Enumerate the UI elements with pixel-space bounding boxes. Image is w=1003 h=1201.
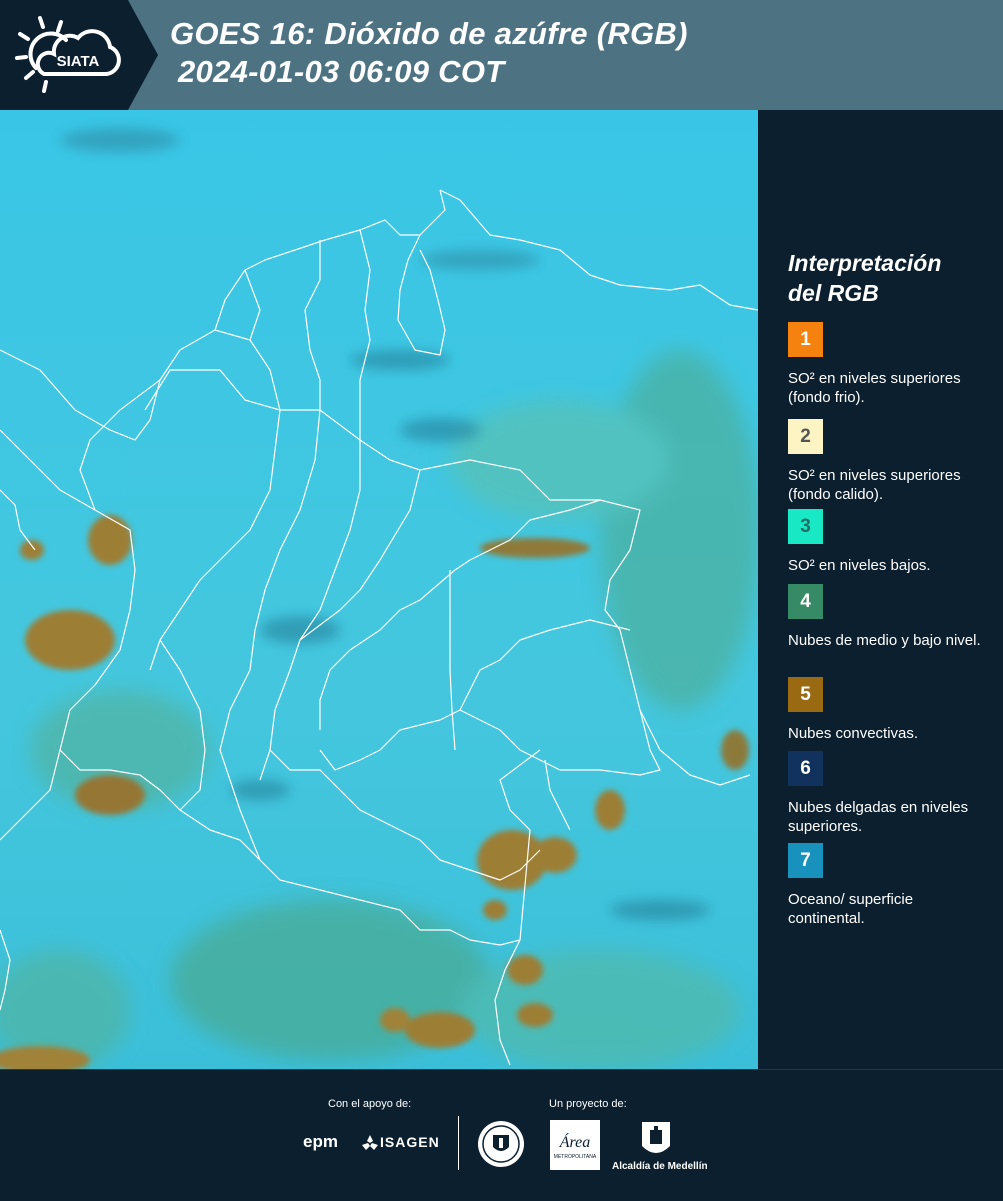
sun-cloud-icon: SIATA	[15, 16, 121, 93]
legend-panel: Interpretación del RGB 1 SO² en niveles …	[758, 110, 1003, 1069]
legend-item-2: 2 SO² en niveles superiores (fondo calid…	[788, 419, 988, 504]
legend-title: Interpretación del RGB	[788, 248, 988, 308]
alcaldia-logo-text: Alcaldía de Medellín	[612, 1161, 708, 1172]
legend-label: Nubes convectivas.	[788, 725, 919, 742]
isagen-logo: ISAGEN	[380, 1134, 440, 1150]
siata-logo: SIATA	[0, 0, 158, 110]
legend-label: Oceano/ superficie continental.	[788, 891, 914, 927]
legend-item-6: 6 Nubes delgadas en niveles superiores.	[788, 751, 988, 836]
legend-label: SO² en niveles bajos.	[788, 557, 931, 574]
legend-item-7: 7 Oceano/ superficie continental.	[788, 843, 988, 928]
legend-swatch: 2	[788, 419, 823, 454]
area-metropolitana-logo: Área METROPOLITANA	[550, 1120, 600, 1170]
legend-swatch: 7	[788, 843, 823, 878]
satellite-map-image	[0, 110, 758, 1069]
legend-swatch: 5	[788, 677, 823, 712]
satellite-map	[0, 110, 758, 1069]
legend-swatch: 3	[788, 509, 823, 544]
footer-divider	[458, 1116, 459, 1170]
title-line-2: 2024-01-03 06:09 COT	[178, 54, 505, 89]
legend-title-line-2: del RGB	[788, 280, 879, 306]
header-bar: SIATA GOES 16: Dióxido de azúfre (RGB) 2…	[0, 0, 1003, 110]
isagen-icon	[362, 1135, 378, 1150]
support-caption: Con el apoyo de:	[328, 1098, 412, 1110]
legend-title-line-1: Interpretación	[788, 250, 942, 276]
legend-label: SO² en niveles superiores (fondo calido)…	[788, 467, 961, 503]
legend-item-4: 4 Nubes de medio y bajo nivel.	[788, 584, 988, 650]
legend-swatch: 1	[788, 322, 823, 357]
title-line-1: GOES 16: Dióxido de azúfre (RGB)	[170, 16, 688, 51]
legend-label: Nubes de medio y bajo nivel.	[788, 632, 981, 649]
project-caption: Un proyecto de:	[549, 1098, 627, 1110]
epm-logo: epm	[303, 1132, 338, 1151]
medellin-seal-icon	[478, 1121, 524, 1167]
legend-item-1: 1 SO² en niveles superiores (fondo frio)…	[788, 322, 988, 407]
legend-item-5: 5 Nubes convectivas.	[788, 677, 988, 743]
siata-logo-text: SIATA	[57, 53, 100, 70]
legend-label: Nubes delgadas en niveles superiores.	[788, 799, 969, 835]
legend-swatch: 4	[788, 584, 823, 619]
alcaldia-shield-icon	[642, 1122, 670, 1153]
area-logo-subtext: METROPOLITANA	[554, 1154, 597, 1160]
legend-item-3: 3 SO² en niveles bajos.	[788, 509, 988, 575]
legend-label: SO² en niveles superiores (fondo frio).	[788, 370, 961, 406]
area-logo-text: Área	[559, 1132, 591, 1151]
legend-swatch: 6	[788, 751, 823, 786]
footer-bar: Con el apoyo de: Un proyecto de: epm ISA…	[0, 1069, 1003, 1201]
